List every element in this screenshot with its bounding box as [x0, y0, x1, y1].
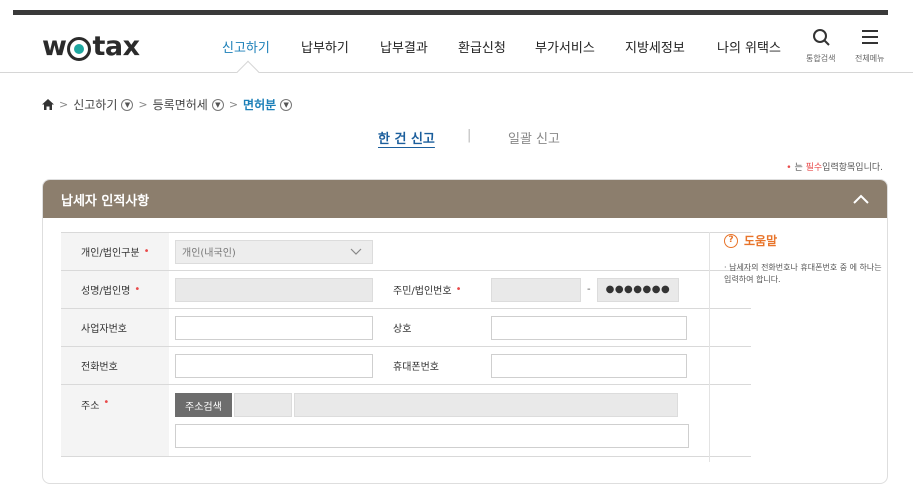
trade-name-label: 상호: [381, 320, 491, 335]
bizno-value-cell: 상호: [169, 309, 751, 346]
phone-label-text: 전화번호: [81, 362, 118, 373]
breadcrumb-separator-icon: >: [59, 98, 69, 111]
required-note: • 는 필수입력항목입니다.: [786, 160, 883, 173]
trade-name-input[interactable]: [491, 315, 687, 340]
question-icon: ?: [724, 233, 738, 248]
section-title: 납세자 인적사항: [61, 193, 150, 209]
form-row-type: 개인/법인구분 • 개인(내국인): [61, 233, 751, 271]
required-note-pre: 는: [794, 163, 803, 173]
name-input[interactable]: [175, 277, 373, 302]
help-title: ? 도움말: [724, 232, 887, 249]
breadcrumb-separator-icon: >: [228, 98, 239, 111]
rrn-back-input[interactable]: ●●●●●●●: [596, 277, 679, 302]
tab-single-report[interactable]: 한 건 신고: [378, 128, 435, 147]
chevron-down-icon[interactable]: ▼: [280, 98, 293, 111]
nav-item-pay[interactable]: 납부하기: [301, 37, 349, 56]
nav-item-pay-result[interactable]: 납부결과: [380, 37, 428, 56]
wetax-logo[interactable]: w tax: [42, 31, 140, 62]
search-label: 통합검색: [806, 54, 836, 63]
taxpayer-info-section: 납세자 인적사항 개인/법인구분 • 개인(내국인) 성명/법인명 • 주민/법…: [42, 179, 888, 484]
required-note-post: 입력항목입니다.: [822, 163, 883, 173]
type-value-cell: 개인(내국인): [169, 233, 751, 270]
required-note-keyword: 필수: [805, 163, 823, 173]
required-mark: •: [134, 284, 141, 295]
breadcrumb-item-registration-tax[interactable]: 등록면허세: [153, 96, 208, 113]
address-detail-input[interactable]: [175, 424, 689, 448]
hamburger-menu-icon: [861, 30, 878, 44]
required-mark: •: [786, 163, 792, 173]
bizno-label-text: 사업자번호: [81, 324, 127, 335]
mobile-input[interactable]: [491, 353, 687, 378]
nav-item-local-tax-info[interactable]: 지방세정보: [625, 37, 685, 56]
menu-label: 전체메뉴: [855, 54, 885, 63]
chevron-down-icon[interactable]: ▼: [211, 98, 224, 111]
help-text: · 납세자의 전화번호나 휴대폰번호 중 에 하나는 입력하여 합니다.: [724, 263, 882, 284]
zipcode-input[interactable]: [233, 393, 292, 417]
form-row-name: 성명/법인명 • 주민/법인번호 • - ●●●●●●●: [61, 271, 751, 309]
rrn-label-text: 주민/법인번호: [393, 286, 452, 297]
chevron-up-icon[interactable]: [853, 194, 869, 204]
required-mark: •: [455, 284, 462, 295]
breadcrumb-item-report[interactable]: 신고하기: [73, 96, 117, 113]
logo-text-w: w: [42, 31, 67, 62]
section-body: 개인/법인구분 • 개인(내국인) 성명/법인명 • 주민/법인번호 • - ●…: [43, 218, 887, 483]
bizno-label: 사업자번호: [61, 309, 169, 346]
rrn-masked-value: ●●●●●●●: [605, 284, 671, 295]
help-title-text: 도움말: [744, 234, 778, 248]
name-label-text: 성명/법인명: [81, 286, 131, 297]
address-label-text: 주소: [81, 401, 100, 412]
address-main-input[interactable]: [293, 393, 678, 417]
search-icon: [812, 29, 830, 46]
section-header[interactable]: 납세자 인적사항: [43, 180, 887, 218]
phone-input[interactable]: [175, 353, 373, 378]
taxpayer-form: 개인/법인구분 • 개인(내국인) 성명/법인명 • 주민/법인번호 • - ●…: [61, 232, 751, 457]
taxpayer-type-select[interactable]: 개인(내국인): [175, 239, 373, 264]
taxpayer-type-selected: 개인(내국인): [182, 248, 236, 259]
nav-item-report[interactable]: 신고하기: [222, 37, 270, 56]
breadcrumb-item-license[interactable]: 면허분: [243, 96, 276, 113]
trade-name-label-text: 상호: [393, 324, 412, 335]
home-icon[interactable]: [42, 99, 54, 110]
chevron-down-icon[interactable]: ▼: [121, 98, 134, 111]
rrn-label: 주민/법인번호 •: [381, 282, 491, 297]
nav-item-extra-service[interactable]: 부가서비스: [535, 37, 595, 56]
required-mark: •: [143, 246, 150, 257]
name-label: 성명/법인명 •: [61, 271, 169, 308]
rrn-front-input[interactable]: [491, 277, 581, 302]
menu-tool[interactable]: 전체메뉴: [855, 28, 884, 64]
form-row-address: 주소 • 주소검색: [61, 385, 751, 457]
address-label: 주소 •: [61, 385, 169, 456]
nav-item-refund[interactable]: 환급신청: [458, 37, 506, 56]
tab-separator: |: [467, 128, 472, 143]
help-panel: ? 도움말 · 납세자의 전화번호나 휴대폰번호 중 에 하나는 입력하여 합니…: [709, 232, 887, 462]
business-number-input[interactable]: [175, 315, 373, 340]
mobile-label: 휴대폰번호: [381, 358, 491, 373]
form-row-bizno: 사업자번호 상호: [61, 309, 751, 347]
tab-bulk-report[interactable]: 일괄 신고: [508, 128, 560, 147]
nav-item-my-wetax[interactable]: 나의 위택스: [717, 37, 781, 56]
rrn-dash: -: [587, 284, 591, 295]
logo-text-tax: tax: [92, 31, 140, 62]
address-top-line: 주소검색: [175, 393, 745, 417]
type-label: 개인/법인구분 •: [61, 233, 169, 270]
active-nav-caret: [236, 60, 260, 84]
site-header: w tax 신고하기 납부하기 납부결과 환급신청 부가서비스 지방세정보 나의 …: [0, 15, 913, 84]
phone-label: 전화번호: [61, 347, 169, 384]
name-value-cell: 주민/법인번호 • - ●●●●●●●: [169, 271, 751, 308]
form-row-phone: 전화번호 휴대폰번호: [61, 347, 751, 385]
breadcrumb-separator-icon: >: [138, 98, 148, 111]
breadcrumb: > 신고하기 ▼ > 등록면허세 ▼ > 면허분 ▼: [42, 96, 293, 113]
logo-e-icon: [67, 36, 92, 61]
mobile-label-text: 휴대폰번호: [393, 362, 439, 373]
address-value-cell: 주소검색: [169, 385, 751, 456]
type-label-text: 개인/법인구분: [81, 248, 140, 259]
phone-value-cell: 휴대폰번호: [169, 347, 751, 384]
required-mark: •: [103, 397, 110, 408]
chevron-down-icon: [350, 248, 362, 255]
address-search-button[interactable]: 주소검색: [175, 393, 232, 417]
search-tool[interactable]: 통합검색: [806, 28, 835, 64]
